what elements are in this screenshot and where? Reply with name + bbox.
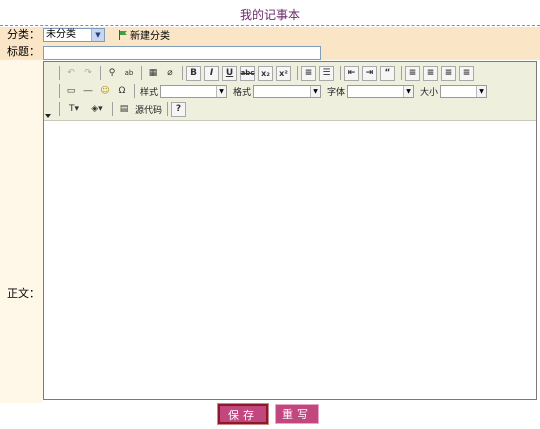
toolbar-collapse-icon[interactable] (45, 114, 51, 118)
toolbar-separator (297, 66, 298, 80)
reset-button[interactable]: 重写 (275, 404, 319, 424)
unordered-list-icon[interactable]: ☰ (319, 65, 334, 81)
style-dropdown[interactable]: ▼ (160, 84, 228, 98)
help-icon[interactable]: ? (171, 101, 187, 117)
font-dropdown[interactable]: ▼ (347, 84, 415, 98)
find-icon[interactable]: ⚲ (104, 65, 120, 81)
redo-icon[interactable]: ↷ (80, 65, 96, 81)
format-dropdown[interactable]: ▼ (253, 84, 322, 98)
ordered-list-icon[interactable]: ≡ (301, 65, 316, 81)
toolbar-separator (59, 84, 60, 98)
page-title: 我的记事本 (239, 8, 300, 22)
toolbar-separator (167, 102, 169, 116)
remove-format-icon[interactable]: ⌀ (162, 65, 178, 81)
chevron-down-icon[interactable]: ▼ (476, 85, 487, 97)
chevron-down-icon[interactable]: ▼ (310, 85, 321, 97)
horizontal-rule-icon[interactable]: ― (80, 83, 96, 99)
notebook-page: 我的记事本 分类： 未分类 ▼ 新建分类 标题： 正文： ↶ ↷ ⚲ ab ▦ … (0, 0, 540, 429)
replace-icon[interactable]: ab (121, 65, 137, 81)
toolbar-separator (141, 66, 142, 80)
category-row: 分类： 未分类 ▼ 新建分类 (0, 27, 540, 44)
subscript-icon[interactable]: x₂ (258, 65, 273, 81)
font-label: 字体 (327, 87, 346, 98)
chevron-down-icon[interactable]: ▼ (403, 85, 414, 97)
toolbar-separator (100, 66, 101, 80)
category-label: 分类： (7, 28, 40, 41)
new-category-label: 新建分类 (130, 31, 170, 42)
toolbar-separator (401, 66, 402, 80)
header-divider (0, 25, 540, 26)
size-label: 大小 (420, 87, 439, 98)
bold-icon[interactable]: B (186, 65, 201, 81)
superscript-icon[interactable]: x² (276, 65, 291, 81)
category-selected-value: 未分类 (46, 29, 76, 40)
style-label: 样式 (140, 87, 159, 98)
title-label: 标题： (7, 45, 40, 58)
italic-icon[interactable]: I (204, 65, 219, 81)
underline-icon[interactable]: U (222, 65, 237, 81)
toolbar-separator (182, 66, 183, 80)
text-color-icon[interactable]: T▾ (63, 101, 85, 117)
title-input[interactable] (43, 46, 321, 60)
format-label: 格式 (233, 87, 252, 98)
category-select[interactable]: 未分类 ▼ (43, 28, 105, 42)
chevron-down-icon[interactable]: ▼ (91, 29, 104, 41)
toolbar-row-2: ▭ ― ☺ Ω 样式 ▼ 格式 ▼ 字体 ▼ 大小 ▼ (56, 83, 491, 99)
toolbar-separator (59, 66, 60, 80)
source-code-icon[interactable]: ▤ (116, 101, 132, 117)
align-justify-icon[interactable]: ≡ (459, 65, 474, 81)
table-icon[interactable]: ▭ (63, 83, 79, 99)
new-category-link[interactable]: 新建分类 (118, 29, 170, 43)
toolbar-row-3: T▾ ◈▾ ▤ 源代码 ? (56, 101, 189, 117)
blockquote-icon[interactable]: “ (380, 65, 395, 81)
align-right-icon[interactable]: ≡ (441, 65, 456, 81)
save-button[interactable]: 保存 (217, 403, 269, 425)
toolbar-row-1: ↶ ↷ ⚲ ab ▦ ⌀ B I U abc x₂ x² ≡ ☰ ⇤ ⇥ “ ≡… (56, 65, 477, 81)
special-char-icon[interactable]: Ω (114, 83, 130, 99)
toolbar-separator (112, 102, 113, 116)
flag-icon (119, 30, 127, 40)
align-center-icon[interactable]: ≡ (423, 65, 438, 81)
chevron-down-icon[interactable]: ▼ (216, 85, 227, 97)
bg-color-icon[interactable]: ◈▾ (86, 101, 108, 117)
toolbar-separator (340, 66, 341, 80)
toolbar-separator (134, 84, 135, 98)
title-row: 标题： (0, 44, 540, 60)
editor-toolbar: ↶ ↷ ⚲ ab ▦ ⌀ B I U abc x₂ x² ≡ ☰ ⇤ ⇥ “ ≡… (44, 62, 536, 121)
body-label: 正文： (7, 287, 40, 300)
outdent-icon[interactable]: ⇤ (344, 65, 359, 81)
undo-icon[interactable]: ↶ (63, 65, 79, 81)
strikethrough-icon[interactable]: abc (240, 65, 255, 81)
body-label-column: 正文： (0, 60, 43, 403)
toolbar-separator (59, 102, 60, 116)
rich-text-editor: ↶ ↷ ⚲ ab ▦ ⌀ B I U abc x₂ x² ≡ ☰ ⇤ ⇥ “ ≡… (43, 61, 537, 400)
emoticon-icon[interactable]: ☺ (97, 83, 113, 99)
align-left-icon[interactable]: ≡ (405, 65, 420, 81)
body-editor-area[interactable] (44, 121, 536, 399)
size-dropdown[interactable]: ▼ (440, 84, 488, 98)
indent-icon[interactable]: ⇥ (362, 65, 377, 81)
select-all-icon[interactable]: ▦ (145, 65, 161, 81)
source-code-label[interactable]: 源代码 (135, 103, 162, 116)
